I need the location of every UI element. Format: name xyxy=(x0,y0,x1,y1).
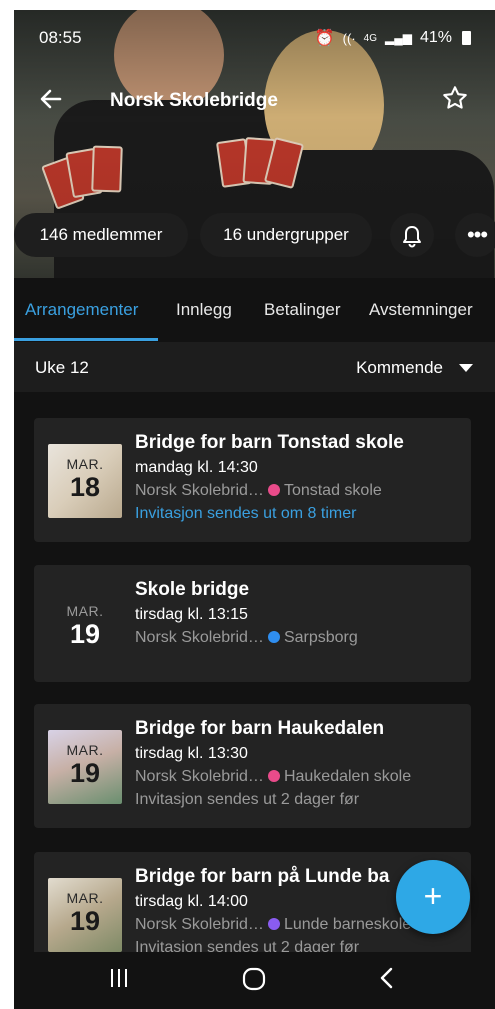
week-filter-bar: Uke 12 Kommende xyxy=(14,342,495,392)
top-app-bar: Norsk Skolebridge xyxy=(14,82,495,122)
event-meta: Norsk Skolebrid… Tonstad skole xyxy=(135,482,465,500)
location-dot xyxy=(267,484,280,496)
event-date-thumbnail: MAR. 19 xyxy=(48,878,122,952)
event-location: Sarpsborg xyxy=(283,629,358,646)
week-label: Uke 12 xyxy=(35,358,89,377)
status-time: 08:55 xyxy=(39,28,82,47)
event-title: Skole bridge xyxy=(135,579,250,600)
subgroups-chip[interactable]: 16 undergrupper xyxy=(200,213,372,257)
network-type: 4G xyxy=(363,32,377,44)
status-bar: 08:55 ⏰ ((· 4G ▂▄▆ 41% xyxy=(14,28,495,56)
event-organizer: Norsk Skolebrid… xyxy=(135,482,264,499)
event-location: Lunde barneskole xyxy=(283,916,412,933)
location-dot xyxy=(267,918,280,930)
alarm-icon: ⏰ xyxy=(314,30,335,47)
bell-icon xyxy=(401,225,423,247)
event-organizer: Norsk Skolebrid… xyxy=(135,768,264,785)
recent-apps-icon[interactable] xyxy=(108,966,130,997)
group-chips: 146 medlemmer 16 undergrupper ••• xyxy=(14,213,495,257)
event-time: mandag kl. 14:30 xyxy=(135,459,258,476)
page-title: Norsk Skolebridge xyxy=(110,90,278,111)
members-chip[interactable]: 146 medlemmer xyxy=(14,213,188,257)
active-tab-indicator xyxy=(14,338,158,341)
arrow-left-icon[interactable] xyxy=(38,86,64,119)
event-title: Bridge for barn Haukedalen xyxy=(135,718,385,739)
event-date-thumbnail: MAR. 19 xyxy=(48,591,122,665)
tab-innlegg[interactable]: Innlegg xyxy=(176,300,232,320)
event-day: 19 xyxy=(69,619,101,649)
star-outline-icon[interactable] xyxy=(441,84,469,119)
plus-icon: + xyxy=(423,878,443,914)
more-options-button[interactable]: ••• xyxy=(455,213,495,257)
event-month: MAR. xyxy=(66,742,104,758)
event-month: MAR. xyxy=(66,456,104,472)
signal-icon: ▂▄▆ xyxy=(385,31,412,45)
add-event-button[interactable]: + xyxy=(396,860,470,934)
event-date-thumbnail: MAR. 19 xyxy=(48,730,122,804)
tab-avstemninger[interactable]: Avstemninger xyxy=(369,300,473,320)
event-invitation-note: Invitasjon sendes ut 2 dager før xyxy=(135,791,360,808)
event-location: Tonstad skole xyxy=(283,482,382,499)
filter-dropdown[interactable]: Kommende xyxy=(356,358,443,378)
chevron-down-icon[interactable] xyxy=(459,364,473,372)
event-day: 18 xyxy=(69,472,101,502)
back-nav-icon[interactable] xyxy=(378,966,396,997)
event-invitation-note: Invitasjon sendes ut 2 dager før xyxy=(135,939,360,952)
battery-percent: 41% xyxy=(419,29,452,46)
event-meta: Norsk Skolebrid… Haukedalen skole xyxy=(135,768,465,786)
notification-button[interactable] xyxy=(390,213,434,257)
event-time: tirsdag kl. 13:30 xyxy=(135,745,248,762)
wifi-icon: ((· xyxy=(342,30,356,46)
event-meta: Norsk Skolebrid… Sarpsborg xyxy=(135,629,465,647)
battery-icon xyxy=(462,31,471,45)
event-organizer: Norsk Skolebrid… xyxy=(135,916,264,933)
more-horizontal-icon: ••• xyxy=(466,222,488,247)
tab-bar: Arrangementer Innlegg Betalinger Avstemn… xyxy=(14,278,495,342)
app-screen: 08:55 ⏰ ((· 4G ▂▄▆ 41% Norsk Skolebridge… xyxy=(14,10,495,1009)
event-card[interactable]: MAR. 18 Bridge for barn Tonstad skole ma… xyxy=(34,418,471,542)
event-day: 19 xyxy=(69,906,101,936)
event-invitation-note: Invitasjon sendes ut om 8 timer xyxy=(135,505,357,522)
event-organizer: Norsk Skolebrid… xyxy=(135,629,264,646)
event-date-thumbnail: MAR. 18 xyxy=(48,444,122,518)
event-location: Haukedalen skole xyxy=(283,768,412,785)
event-month: MAR. xyxy=(66,890,104,906)
location-dot xyxy=(267,770,280,782)
status-icons: ⏰ ((· 4G ▂▄▆ 41% xyxy=(315,28,471,48)
event-card[interactable]: MAR. 19 Bridge for barn Haukedalen tirsd… xyxy=(34,704,471,828)
system-navigation-bar xyxy=(14,952,495,1009)
tab-arrangementer[interactable]: Arrangementer xyxy=(25,300,138,320)
event-title: Bridge for barn Tonstad skole xyxy=(135,432,404,453)
event-month: MAR. xyxy=(66,603,104,619)
event-day: 19 xyxy=(69,758,101,788)
event-card[interactable]: MAR. 19 Skole bridge tirsdag kl. 13:15 N… xyxy=(34,565,471,682)
location-dot xyxy=(267,631,280,643)
tab-betalinger[interactable]: Betalinger xyxy=(264,300,341,320)
home-icon[interactable] xyxy=(241,966,267,999)
event-time: tirsdag kl. 13:15 xyxy=(135,606,248,623)
